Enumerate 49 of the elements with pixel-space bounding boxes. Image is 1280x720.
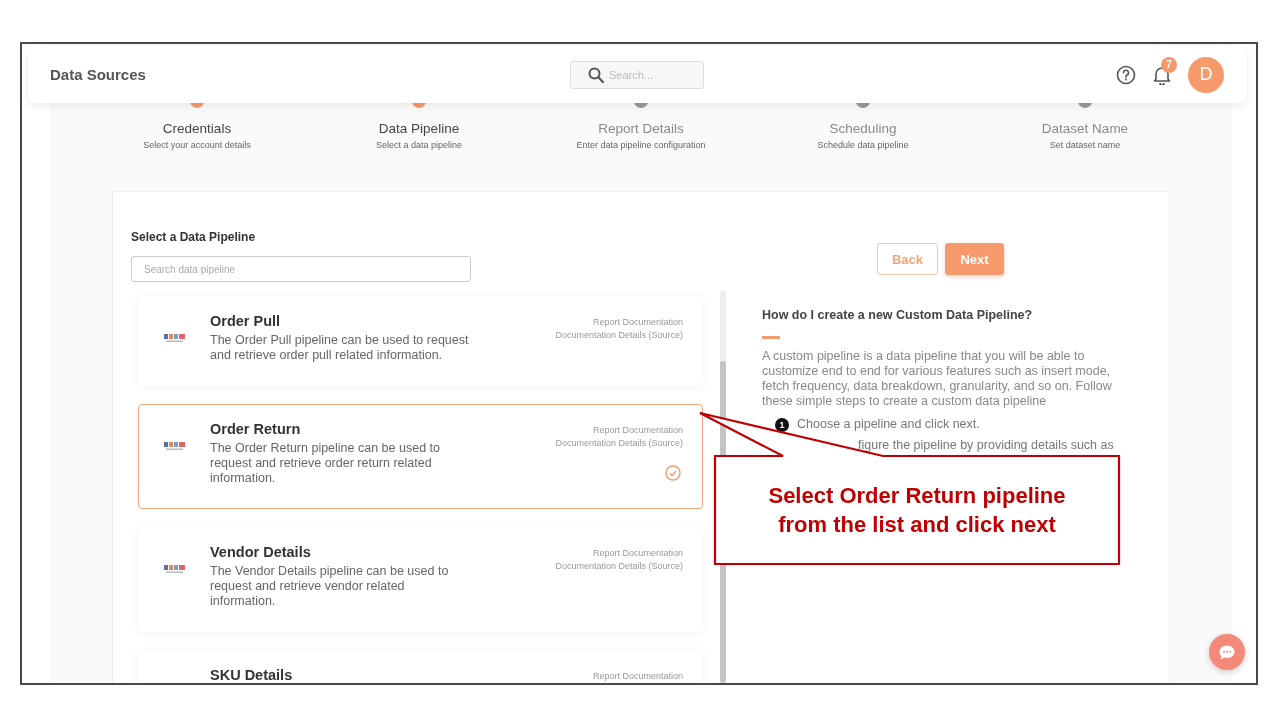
back-button[interactable]: Back	[877, 243, 938, 275]
step-hint: Schedule data pipeline	[817, 140, 909, 151]
page-title: Data Sources	[50, 66, 147, 83]
help-title: How do I create a new Custom Data Pipeline?	[762, 308, 1034, 323]
check-icon	[665, 465, 681, 481]
search-field[interactable]: Search data pipeline	[131, 256, 471, 282]
pipeline-name: Order Pull	[210, 313, 282, 329]
logo-icon	[163, 333, 186, 343]
pipeline-name: Order Return	[210, 421, 302, 437]
step-label[interactable]: Report Details	[598, 121, 684, 137]
documentation-link[interactable]: Report Documentation	[592, 425, 683, 436]
logo-icon	[163, 441, 186, 451]
pipeline-card[interactable]: SKU Details Report Documentation	[138, 650, 703, 683]
documentation-link[interactable]: Report Documentation	[592, 317, 683, 328]
step-label[interactable]: Credentials	[162, 121, 232, 137]
documentation-link[interactable]: Documentation Details (Source)	[555, 438, 683, 449]
pipeline-card[interactable]: Vendor Details The Vendor Details pipeline can be used to request and retrieve vendor related information. Report Documentation Documentation Details (Source)	[138, 527, 703, 632]
step-label[interactable]: Dataset Name	[1041, 121, 1129, 137]
step-hint: Enter data pipeline configuration	[576, 140, 706, 151]
logo-icon	[163, 564, 186, 574]
notification-badge: 7	[1161, 56, 1177, 73]
step-number: 1	[775, 417, 789, 432]
documentation-link[interactable]: Report Documentation	[592, 548, 683, 559]
step-label[interactable]: Scheduling	[829, 121, 897, 137]
pipeline-card[interactable]: Order Return The Order Return pipeline can be used to request and retrieve order return related information. Report Documentation Documentation Details (Source)	[138, 404, 703, 509]
documentation-link[interactable]: Report Documentation	[592, 671, 683, 682]
help-paragraph: A custom pipeline is a data pipeline that you will be able to customize end to end for various features such as insert mode, fetch frequency, data breakdown, granularity, and so on. Follow these simple steps to create a custom data pipeline	[762, 349, 1112, 409]
chat-icon	[1218, 643, 1236, 661]
pipeline-description: The Order Pull pipeline can be used to request and retrieve order pull related information.	[210, 333, 470, 363]
step-label[interactable]: Data Pipeline	[378, 121, 460, 137]
section-title: Select a Data Pipeline	[131, 229, 257, 245]
pipeline-name: Vendor Details	[210, 544, 312, 560]
documentation-link[interactable]: Documentation Details (Source)	[555, 330, 683, 341]
search-field[interactable]: Search...	[570, 60, 704, 89]
pipeline-name: SKU Details	[210, 667, 294, 683]
pipeline-description: The Vendor Details pipeline can be used to request and retrieve vendor related information.	[210, 564, 450, 609]
step-hint: Set dataset name	[1049, 140, 1121, 151]
help-step: figure the pipeline by providing details such as	[858, 438, 1114, 453]
help-step: Choose a pipeline and click next.	[797, 417, 980, 432]
step-hint: Select your account details	[143, 140, 251, 151]
pipeline-description: The Order Return pipeline can be used to request and retrieve order return related information.	[210, 441, 441, 486]
documentation-link[interactable]: Documentation Details (Source)	[555, 561, 683, 572]
accent-rule	[762, 336, 780, 339]
callout-text: Select Order Return pipeline from the list and click next	[767, 482, 1067, 539]
next-button[interactable]: Next	[945, 243, 1004, 275]
step-hint: Select a data pipeline	[375, 140, 463, 151]
user-avatar[interactable]: D	[1188, 56, 1224, 93]
pipeline-card[interactable]: Order Pull The Order Pull pipeline can be used to request and retrieve order pull related information. Report Documentation Documentation Details (Source)	[138, 296, 703, 386]
help-icon[interactable]	[1116, 64, 1136, 85]
